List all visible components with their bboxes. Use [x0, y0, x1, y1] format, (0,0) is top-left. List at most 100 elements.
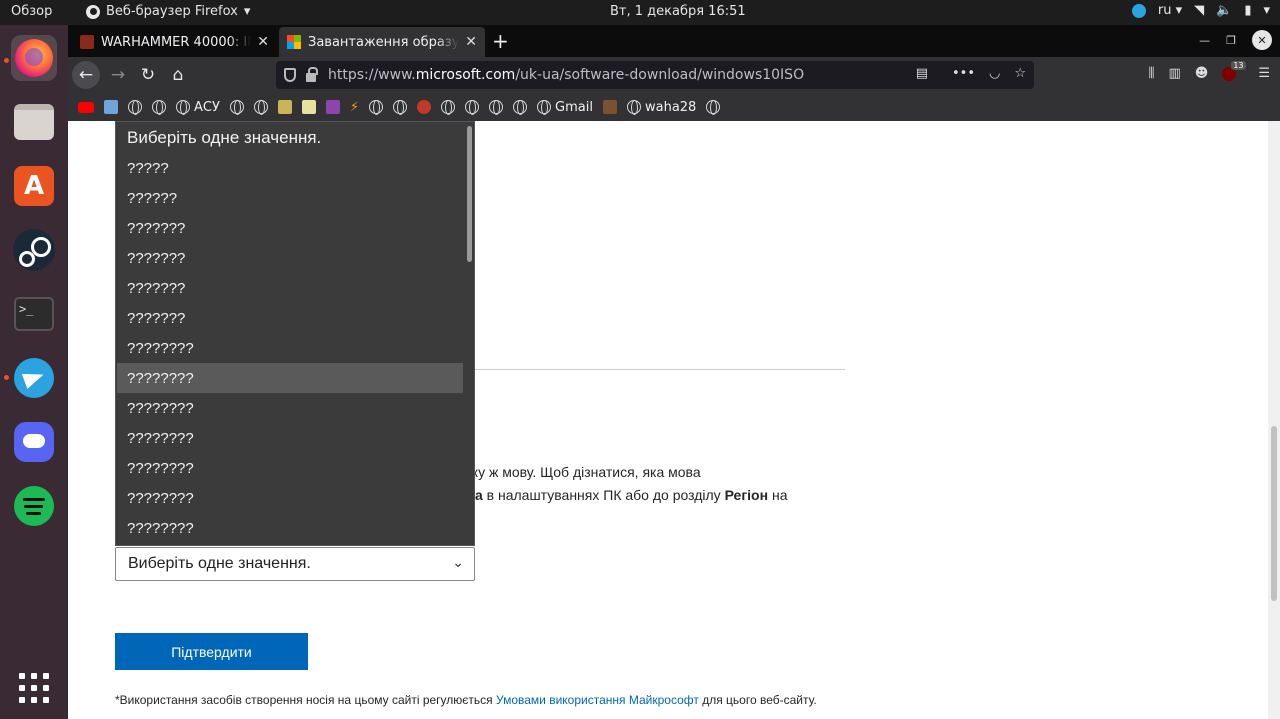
lightning-bookmark-icon[interactable]: ⚡ — [350, 100, 359, 115]
anarchy-bookmark-icon[interactable] — [417, 100, 432, 114]
globe-bookmark-icon[interactable] — [253, 100, 268, 115]
dock-firefox[interactable] — [11, 35, 57, 81]
dropdown-option[interactable]: ????? — [117, 153, 463, 183]
youtube-bookmark-icon[interactable] — [78, 101, 94, 113]
firefox-icon — [86, 4, 100, 19]
globe-bookmark-icon[interactable] — [393, 100, 408, 115]
clock[interactable]: Вт, 1 декабря 16:51 — [610, 4, 746, 19]
page-actions-icon[interactable]: ••• — [952, 66, 975, 81]
ublock-origin-icon[interactable]: 13 — [1222, 60, 1246, 81]
dropdown-option[interactable]: ???????? — [117, 363, 463, 393]
hamburger-menu-icon[interactable]: ☰ — [1258, 66, 1270, 81]
globe-bookmark-icon[interactable] — [229, 100, 244, 115]
dropdown-option[interactable]: ?????? — [117, 183, 463, 213]
lock-icon[interactable] — [306, 66, 318, 82]
dropdown-option[interactable]: ???????? — [117, 423, 463, 453]
terminal-icon: >_ — [14, 297, 54, 331]
dock-telegram[interactable] — [11, 355, 57, 401]
footnote-text: *Використання засобів створення носія на… — [115, 693, 496, 707]
running-indicator — [4, 58, 9, 63]
globe-bookmark-icon[interactable] — [152, 100, 166, 115]
sidebar-icon[interactable]: ▥ — [1168, 66, 1180, 81]
dock-software[interactable]: A — [11, 163, 57, 209]
bookmark-acu[interactable]: АСУ — [176, 100, 220, 115]
address-bar[interactable]: https://www.microsoft.com/uk-ua/software… — [276, 61, 1034, 89]
dropdown-option[interactable]: ???????? — [117, 453, 463, 483]
library-icon[interactable]: ⫼ — [1149, 66, 1155, 81]
close-tab-icon[interactable]: ✕ — [257, 34, 269, 50]
page-scrollbar[interactable] — [1268, 121, 1280, 719]
telegram-tray-icon[interactable] — [1131, 3, 1146, 18]
globe-bookmark-icon[interactable] — [706, 100, 721, 115]
close-window-icon[interactable]: ✕ — [1252, 30, 1272, 50]
show-applications-button[interactable] — [11, 665, 57, 711]
dropdown-scrollbar-thumb[interactable] — [467, 126, 472, 262]
terms-of-use-link[interactable]: Умовами використання Майкрософт — [496, 693, 699, 707]
instructions-line-1: аку ж мову. Щоб дізнатися, яка мова — [464, 464, 701, 480]
tracking-shield-icon[interactable] — [284, 68, 296, 82]
account-icon[interactable]: ☻ — [1195, 66, 1209, 81]
language-dropdown-list[interactable]: Виберіть одне значення. ????????????????… — [115, 121, 475, 546]
activities-button[interactable]: Обзор — [11, 4, 52, 19]
star-bookmark-icon[interactable] — [277, 100, 292, 114]
globe-bookmark-icon[interactable] — [465, 100, 480, 115]
confirm-button[interactable]: Підтвердити — [115, 633, 308, 670]
dropdown-option[interactable]: ???????? — [117, 483, 463, 513]
volume-icon[interactable]: 🔈 — [1216, 3, 1232, 18]
dropdown-option[interactable]: ??????? — [117, 273, 463, 303]
app-grid-icon — [19, 673, 49, 703]
close-tab-icon[interactable]: ✕ — [465, 34, 477, 50]
discord-icon — [14, 422, 54, 462]
new-tab-icon[interactable]: + — [492, 29, 509, 53]
dropdown-option-placeholder[interactable]: Виберіть одне значення. — [117, 123, 463, 153]
bookmark-gmail[interactable]: Gmail — [537, 100, 593, 115]
dock: A >_ — [0, 25, 68, 719]
dropdown-option[interactable]: ???????? — [117, 393, 463, 423]
instructions-text: на — [768, 487, 788, 503]
forward-arrow-icon[interactable]: → — [104, 61, 132, 89]
reader-view-icon[interactable]: ▤ — [916, 66, 928, 81]
power-menu-icon[interactable]: ▾ — [1263, 3, 1270, 18]
back-arrow-icon[interactable]: ← — [72, 61, 100, 89]
dropdown-option[interactable]: ??????? — [117, 243, 463, 273]
tab-microsoft-download[interactable]: Завантаження образу диска Windows 10 ✕ — [279, 27, 485, 57]
dropdown-option[interactable]: ??????? — [117, 213, 463, 243]
bold-term-region: Регіон — [724, 487, 769, 503]
dock-steam[interactable] — [11, 227, 57, 273]
tab-title: WARHAMMER 40000: INQUISITOR — [101, 34, 251, 50]
battery-icon[interactable]: ▮ — [1244, 3, 1251, 18]
instructions-line-2: ова в налаштуваннях ПК або до розділу Ре… — [458, 484, 864, 507]
globe-bookmark-icon[interactable] — [513, 100, 528, 115]
dropdown-option[interactable]: ???????? — [117, 513, 463, 543]
dw-bookmark-icon[interactable] — [301, 100, 316, 114]
page-scrollbar-thumb[interactable] — [1271, 426, 1277, 601]
globe-bookmark-icon[interactable] — [441, 100, 456, 115]
pocket-icon[interactable]: ◡ — [989, 66, 1000, 81]
keyboard-layout-label: ru — [1157, 3, 1172, 18]
language-select[interactable]: Виберіть одне значення. ⌄ — [115, 547, 475, 581]
dropdown-option[interactable]: ???????? — [117, 333, 463, 363]
keyboard-layout[interactable]: ru ▾ — [1158, 3, 1182, 18]
dock-discord[interactable] — [11, 419, 57, 465]
bookmark-star-icon[interactable]: ☆ — [1014, 66, 1026, 81]
home-icon[interactable]: ⌂ — [164, 61, 192, 89]
globe-icon — [176, 100, 190, 115]
dock-terminal[interactable]: >_ — [11, 291, 57, 337]
warhammer-bookmark-icon[interactable] — [602, 100, 617, 114]
globe-bookmark-icon[interactable] — [369, 100, 384, 115]
dock-files[interactable] — [11, 99, 57, 145]
dock-spotify[interactable] — [11, 483, 57, 529]
globe-bookmark-icon[interactable] — [128, 100, 142, 115]
wifi-icon[interactable]: ◥ — [1194, 3, 1204, 18]
app-menu[interactable]: Веб-браузер Firefox ▾ — [86, 4, 250, 19]
tab-warhammer[interactable]: WARHAMMER 40000: INQUISITOR ✕ — [72, 27, 277, 57]
bookmark-waha28[interactable]: waha28 — [626, 100, 696, 115]
minimize-icon[interactable]: — — [1199, 34, 1210, 47]
maximize-icon[interactable]: ❐ — [1226, 34, 1236, 47]
address-bar-actions: ▤ ••• ◡ ☆ — [916, 66, 1026, 81]
globe-bookmark-icon[interactable] — [489, 100, 504, 115]
flower-bookmark-icon[interactable] — [325, 100, 340, 114]
reload-icon[interactable]: ↻ — [134, 61, 162, 89]
four-bookmark-icon[interactable] — [104, 100, 118, 114]
dropdown-option[interactable]: ??????? — [117, 303, 463, 333]
